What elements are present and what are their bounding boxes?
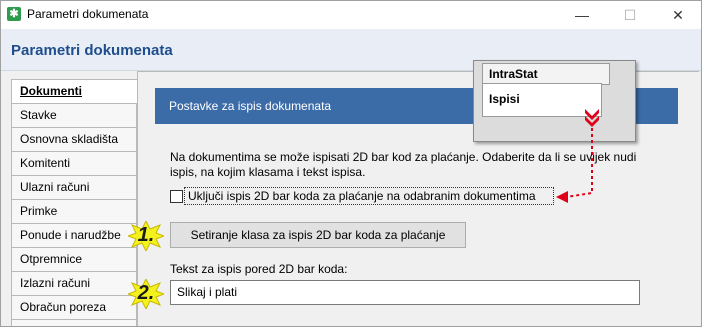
sidebar-item-ponude-i-narudzbe[interactable]: Ponude i narudžbe <box>11 223 137 247</box>
step-number: 2. <box>137 282 155 304</box>
barcode-text-label: Tekst za ispis pored 2D bar koda: <box>170 262 348 276</box>
description-line: ispis, na kojim klasama i tekst ispisa. <box>170 165 366 179</box>
title-bar: ✱ Parametri dokumenata — ☐ ✕ <box>1 1 701 29</box>
section-title: Postavke za ispis dokumenata <box>169 99 332 113</box>
sidebar-item-ulazni-racuni[interactable]: Ulazni računi <box>11 175 137 199</box>
sidebar-item-label: Primke <box>20 204 58 218</box>
page-title: Parametri dokumenata <box>11 42 173 59</box>
minimize-button[interactable]: — <box>559 1 605 29</box>
app-icon: ✱ <box>7 7 21 21</box>
maximize-button[interactable]: ☐ <box>607 1 653 29</box>
step-badge-1: 1. <box>126 219 166 253</box>
sidebar-item-label: Stavke <box>20 108 57 122</box>
close-button[interactable]: ✕ <box>655 1 701 29</box>
step-badge-2: 2. <box>126 277 166 311</box>
tab-intrastat[interactable]: IntraStat <box>482 63 610 85</box>
step-number: 1. <box>137 224 155 246</box>
sidebar-item-primke[interactable]: Primke <box>11 199 137 223</box>
sidebar-item-osnovna-skladista[interactable]: Osnovna skladišta <box>11 127 137 151</box>
barcode-checkbox[interactable] <box>170 190 183 203</box>
tab-ispisi[interactable]: Ispisi <box>482 83 602 117</box>
sidebar-item-dokumenti[interactable]: Dokumenti <box>11 79 138 103</box>
window-title: Parametri dokumenata <box>27 7 149 21</box>
setup-classes-button[interactable]: Setiranje klasa za ispis 2D bar koda za … <box>170 222 466 248</box>
sidebar-item-partial[interactable] <box>11 319 137 326</box>
sidebar-item-label: Ponude i narudžbe <box>20 228 121 242</box>
sidebar-item-obracun-poreza[interactable]: Obračun poreza <box>11 295 137 319</box>
description-line: Na dokumentima se može ispisati 2D bar k… <box>170 150 637 164</box>
focus-rectangle <box>184 187 554 205</box>
sidebar: Dokumenti Stavke Osnovna skladišta Komit… <box>1 71 138 326</box>
sidebar-item-label: Izlazni računi <box>20 276 91 290</box>
sidebar-item-label: Obračun poreza <box>20 300 107 314</box>
zoom-callout: IntraStat Ispisi <box>473 60 636 142</box>
section-description: Na dokumentima se može ispisati 2D bar k… <box>170 150 670 180</box>
barcode-text-input[interactable]: Slikaj i plati <box>170 280 640 305</box>
sidebar-item-label: Dokumenti <box>20 84 83 98</box>
sidebar-item-komitenti[interactable]: Komitenti <box>11 151 137 175</box>
sidebar-item-label: Otpremnice <box>20 252 83 266</box>
sidebar-item-label: Osnovna skladišta <box>20 132 119 146</box>
sidebar-item-izlazni-racuni[interactable]: Izlazni računi <box>11 271 137 295</box>
sidebar-item-label: Ulazni računi <box>20 180 90 194</box>
sidebar-item-otpremnice[interactable]: Otpremnice <box>11 247 137 271</box>
sidebar-item-stavke[interactable]: Stavke <box>11 103 137 127</box>
sidebar-item-label: Komitenti <box>20 156 71 170</box>
